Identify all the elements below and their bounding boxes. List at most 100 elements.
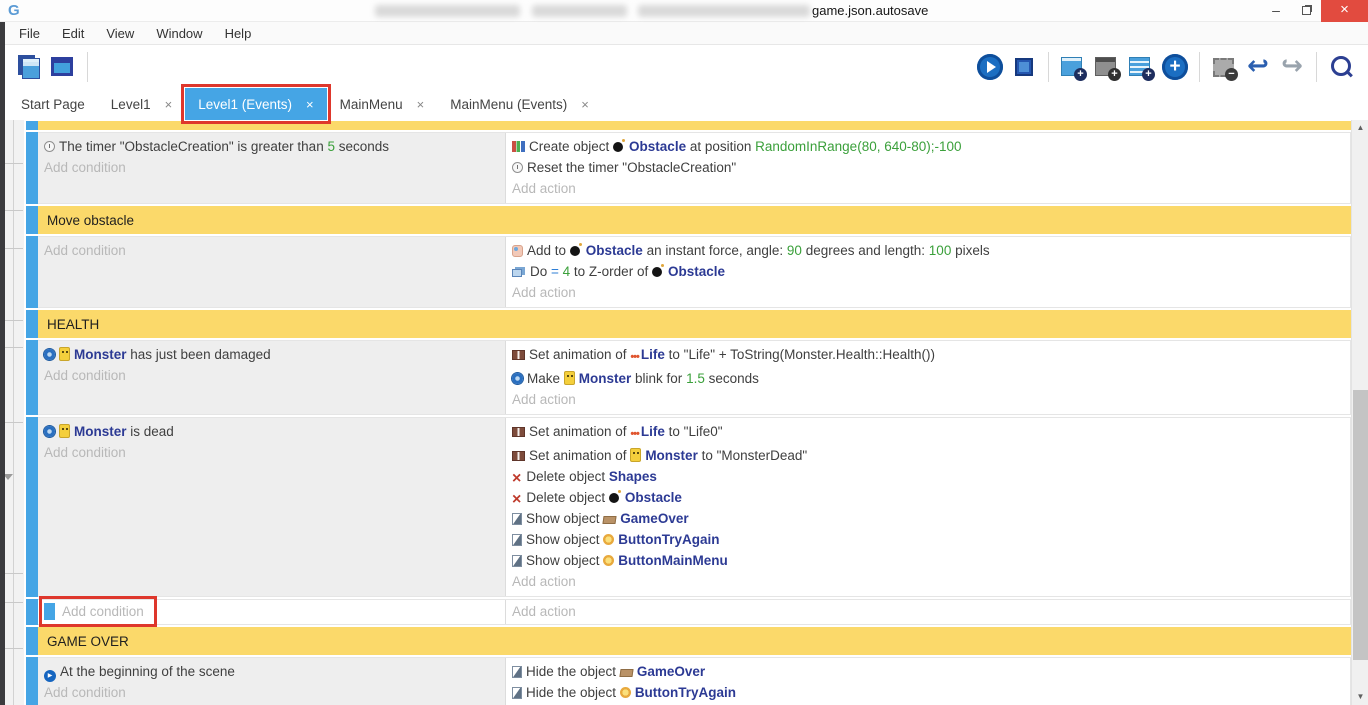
tab-close-icon[interactable]: × <box>306 97 314 112</box>
add-condition-button[interactable]: Add condition <box>44 682 499 703</box>
tab-mainmenu-events[interactable]: MainMenu (Events)× <box>437 88 602 120</box>
tab-level1[interactable]: Level1× <box>98 88 185 120</box>
action-line[interactable]: Hide the object GameOver <box>512 661 1344 682</box>
action-line[interactable]: ×Delete object Obstacle <box>512 487 1344 508</box>
maximize-button[interactable] <box>1291 0 1321 22</box>
minimize-button[interactable]: – <box>1261 0 1291 22</box>
add-subevent-icon <box>1094 54 1120 80</box>
event-handle-bar[interactable] <box>26 417 38 597</box>
event-handle-bar[interactable] <box>26 340 38 415</box>
comment-header[interactable]: Move obstacle <box>38 206 1351 234</box>
scroll-down-icon[interactable]: ▼ <box>1352 689 1368 705</box>
tab-close-icon[interactable]: × <box>581 97 589 112</box>
event-handle-bar[interactable] <box>26 206 38 234</box>
action-line[interactable]: Show object ButtonMainMenu <box>512 550 1344 571</box>
tab-start-page[interactable]: Start Page <box>8 88 98 120</box>
close-button[interactable]: × <box>1321 0 1368 22</box>
event-handle-bar[interactable] <box>26 310 38 338</box>
timer-icon <box>512 162 523 173</box>
tab-close-icon[interactable]: × <box>417 97 425 112</box>
add-condition-button[interactable]: Add condition <box>44 442 499 463</box>
menu-edit[interactable]: Edit <box>51 26 95 41</box>
action-line[interactable]: Reset the timer "ObstacleCreation" <box>512 157 1344 178</box>
scrollbar-thumb[interactable] <box>1353 390 1368 660</box>
event-handle-bar[interactable] <box>26 599 38 625</box>
action-line[interactable]: Show object ButtonTryAgain <box>512 529 1344 550</box>
show-icon <box>512 513 522 525</box>
window-controls: – × <box>1261 0 1368 22</box>
step-text: to "Life0" <box>665 424 723 439</box>
object-name: Obstacle <box>668 264 725 279</box>
comment-header[interactable]: HEALTH <box>38 310 1351 338</box>
action-line[interactable]: ×Delete object Shapes <box>512 466 1344 487</box>
tab-label: Start Page <box>21 97 85 112</box>
play-button[interactable] <box>973 50 1007 84</box>
scene-editor-button[interactable] <box>46 50 80 84</box>
add-condition-button[interactable]: Add condition <box>44 240 499 261</box>
event-handle-bar[interactable] <box>26 627 38 655</box>
menu-window[interactable]: Window <box>145 26 213 41</box>
gutter-tick <box>5 347 23 348</box>
add-condition-button[interactable]: Add condition <box>44 365 499 386</box>
menu-help[interactable]: Help <box>214 26 263 41</box>
monster-icon <box>59 424 70 438</box>
event-handle-bar[interactable] <box>26 132 38 204</box>
add-subevent-button[interactable] <box>1090 50 1124 84</box>
add-condition-button[interactable]: Add condition <box>44 157 499 178</box>
redo-button[interactable]: ↪ <box>1275 50 1309 84</box>
add-event-button[interactable] <box>1056 50 1090 84</box>
condition-line[interactable]: Monster has just been damaged <box>44 344 499 365</box>
vertical-scrollbar[interactable]: ▲ ▼ <box>1351 120 1368 705</box>
bomb-icon <box>570 246 580 256</box>
comment-header[interactable] <box>38 121 1351 130</box>
debug-button[interactable] <box>1007 50 1041 84</box>
tab-level1-events[interactable]: Level1 (Events)× <box>185 88 326 120</box>
add-comment-button[interactable] <box>1124 50 1158 84</box>
undo-button[interactable]: ↩ <box>1241 50 1275 84</box>
search-button[interactable] <box>1324 50 1358 84</box>
action-line[interactable]: Set animation of •••Life to "Life" + ToS… <box>512 344 1344 368</box>
add-action-button[interactable]: Add action <box>512 282 1344 303</box>
gutter-tick <box>5 648 23 649</box>
add-action-button[interactable]: Add action <box>512 601 1344 622</box>
event-handle-bar[interactable] <box>26 236 38 308</box>
actions-cell: Add to Obstacle an instant force, angle:… <box>506 237 1350 307</box>
event-handle-bar[interactable] <box>26 121 38 130</box>
menu-view[interactable]: View <box>95 26 145 41</box>
tab-bar: Start PageLevel1×Level1 (Events)×MainMen… <box>0 88 1368 120</box>
delete-icon: × <box>512 473 521 484</box>
action-line[interactable]: Show object GameOver <box>512 508 1344 529</box>
add-action-button[interactable]: Add action <box>512 571 1344 592</box>
action-line[interactable]: Hide the object ButtonTryAgain <box>512 682 1344 703</box>
action-line[interactable]: Add to Obstacle an instant force, angle:… <box>512 240 1344 261</box>
project-manager-button[interactable] <box>12 50 46 84</box>
condition-line[interactable]: ▶At the beginning of the scene <box>44 661 499 682</box>
event-handle-bar[interactable] <box>26 657 38 705</box>
monster-icon <box>59 347 70 361</box>
action-line[interactable]: Set animation of •••Life to "Life0" <box>512 421 1344 445</box>
action-line[interactable]: Do = 4 to Z-order of Obstacle <box>512 261 1344 282</box>
tab-mainmenu[interactable]: MainMenu× <box>327 88 438 120</box>
condition-line[interactable]: Monster is dead <box>44 421 499 442</box>
delete-event-button[interactable] <box>1207 50 1241 84</box>
action-line[interactable]: Set animation of Monster to "MonsterDead… <box>512 445 1344 466</box>
add-condition-button[interactable]: Add condition <box>44 601 152 622</box>
scroll-up-icon[interactable]: ▲ <box>1352 120 1368 136</box>
gear-icon <box>44 349 55 360</box>
film-icon <box>512 350 525 360</box>
comment-header[interactable]: GAME OVER <box>38 627 1351 655</box>
toolbar-separator <box>87 52 88 82</box>
condition-line[interactable]: The timer "ObstacleCreation" is greater … <box>44 136 499 157</box>
menu-file[interactable]: File <box>8 26 51 41</box>
action-line[interactable]: Make Monster blink for 1.5 seconds <box>512 368 1344 389</box>
add-action-button[interactable]: Add action <box>512 178 1344 199</box>
bomb-icon <box>613 142 623 152</box>
add-action-button[interactable]: Add action <box>512 389 1344 410</box>
actions-cell: Set animation of •••Life to "Life" + ToS… <box>506 341 1350 414</box>
add-new-button[interactable] <box>1158 50 1192 84</box>
event-row: Monster has just been damagedAdd conditi… <box>26 340 1351 415</box>
selection-handle[interactable] <box>44 603 55 620</box>
step-text: to "MonsterDead" <box>698 448 807 463</box>
action-line[interactable]: Create object Obstacle at position Rando… <box>512 136 1344 157</box>
tab-close-icon[interactable]: × <box>165 97 173 112</box>
